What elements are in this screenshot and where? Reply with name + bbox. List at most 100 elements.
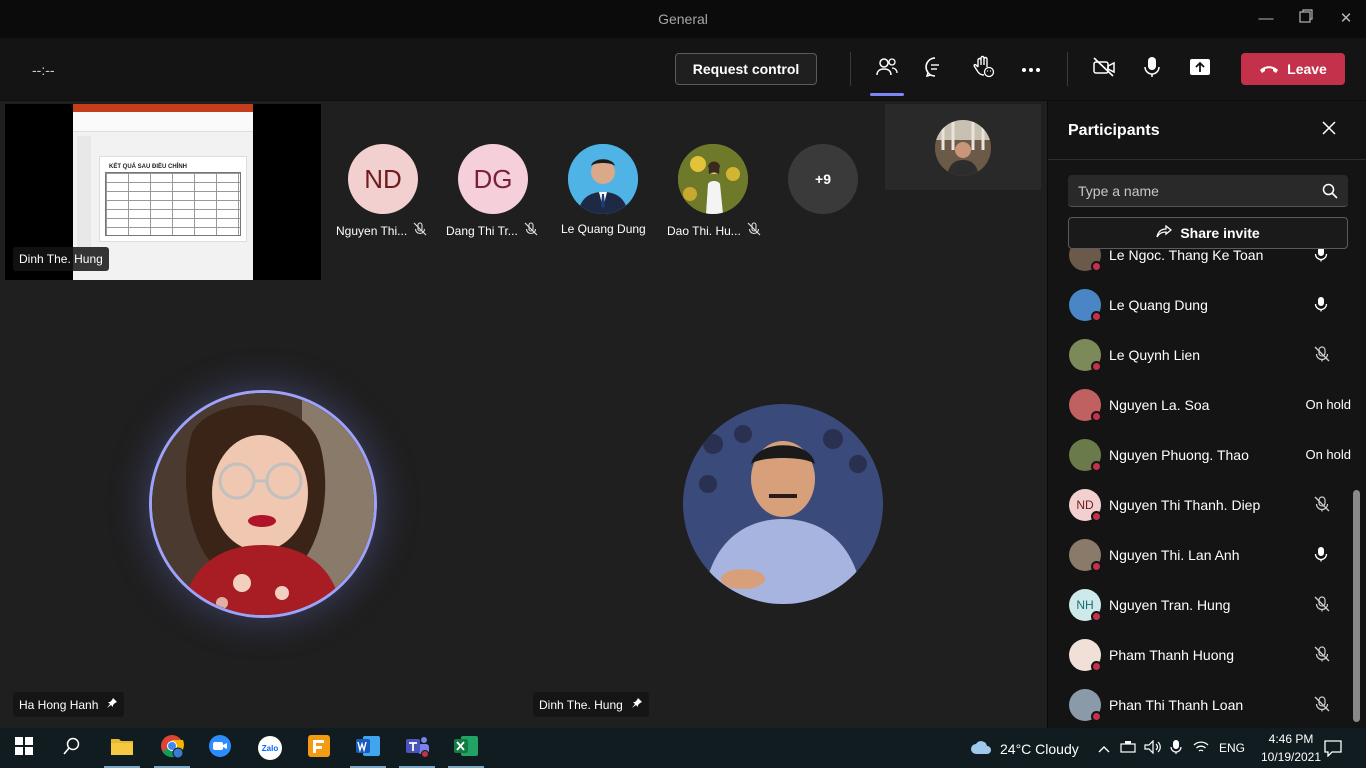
gallery-overflow-button[interactable]: +9 [788,144,858,214]
shared-screen-tile[interactable]: KẾT QUẢ SAU ĐIỀU CHỈNH Dinh The. Hung [5,104,321,280]
request-control-button[interactable]: Request control [675,53,817,85]
taskbar-teams[interactable] [399,734,435,768]
reactions-button[interactable] [968,54,998,84]
taskbar-zoom[interactable] [206,734,234,762]
participant-search-box[interactable] [1068,175,1348,207]
participant-list: Le Ngoc. Thang Ke Toan Le Quang Dung Le Qu… [1048,249,1353,728]
participant-status: On hold [1305,397,1351,412]
self-preview-tile[interactable] [885,104,1041,190]
gallery-name-dg: Dang Thi Tr... [446,222,538,239]
chrome-icon [160,734,184,763]
share-invite-button[interactable]: Share invite [1068,217,1348,249]
participant-name: Nguyen La. Soa [1109,397,1210,413]
chat-icon [924,56,946,83]
share-icon [1156,224,1173,242]
taskbar-file-explorer[interactable] [104,734,140,768]
taskbar-chrome[interactable] [154,734,190,768]
gallery-avatar-nd[interactable]: ND [348,144,418,214]
participant-row[interactable]: Nguyen Thi. Lan Anh [1048,530,1353,580]
share-tray-button[interactable] [1185,54,1215,84]
close-panel-button[interactable] [1322,121,1340,139]
participants-button[interactable] [870,54,904,96]
presence-badge [1091,711,1102,722]
leave-button[interactable]: Leave [1241,53,1345,85]
weather-text[interactable]: 24°C Cloudy [1000,741,1079,757]
taskbar-search-button[interactable] [58,734,86,762]
mic-icon [1144,56,1160,83]
gallery-avatar-dg[interactable]: DG [458,144,528,214]
window-title: General [658,11,708,27]
excel-icon [453,734,479,763]
more-actions-button[interactable] [1016,54,1046,84]
participant-row[interactable]: Pham Thanh Huong [1048,630,1353,680]
share-invite-label: Share invite [1180,225,1260,241]
participant-row[interactable]: Le Quynh Lien [1048,330,1353,380]
presence-badge [1091,511,1102,522]
meeting-timer: --:-- [32,62,55,78]
start-button[interactable] [10,734,38,762]
pin-icon [631,697,643,712]
participant-row[interactable]: ND Nguyen Thi Thanh. Diep [1048,480,1353,530]
panel-title: Participants [1068,122,1160,139]
mic-toggle-button[interactable] [1137,54,1167,84]
toolbar-divider [1067,52,1068,86]
mic-off-icon [747,222,761,239]
panel-divider [1048,159,1366,160]
participant-row[interactable]: Nguyen La. Soa On hold [1048,380,1353,430]
pinned-video-dinh-the-hung[interactable] [683,404,883,604]
network-tray-icon[interactable] [1120,740,1138,759]
more-icon [1021,60,1041,78]
foxit-pdf-icon [307,734,331,763]
self-avatar [935,120,991,176]
camera-toggle-button[interactable] [1089,54,1119,84]
gallery-avatar-dao-thi[interactable] [678,144,748,214]
participant-row[interactable]: Nguyen Phuong. Thao On hold [1048,430,1353,480]
language-indicator[interactable]: ENG [1219,741,1245,755]
clock-date[interactable]: 10/19/2021 [1252,750,1330,764]
chat-button[interactable] [920,54,950,84]
participant-name: Nguyen Tran. Hung [1109,597,1231,613]
taskbar-excel[interactable] [448,734,484,768]
slide-title: KẾT QUẢ SAU ĐIỀU CHỈNH [109,164,188,170]
weather-cloud-icon[interactable] [970,739,992,760]
close-window-button[interactable]: ✕ [1334,8,1358,30]
search-icon [63,737,81,760]
gallery-name-le-quang-dung: Le Quang Dung [561,222,646,236]
volume-icon[interactable] [1144,739,1162,759]
taskbar-zalo[interactable]: Zalo [256,734,284,762]
participant-row[interactable]: Le Ngoc. Thang Ke Toan [1048,249,1353,280]
taskbar-word[interactable] [350,734,386,768]
taskbar-foxit-pdf[interactable] [305,734,333,762]
participants-panel: Participants Share invite Le Ngoc. Thang… [1047,101,1366,728]
leave-phone-icon [1259,61,1279,77]
participant-name: Pham Thanh Huong [1109,647,1235,663]
participant-row[interactable]: Phan Thi Thanh Loan [1048,680,1353,728]
minimize-button[interactable]: — [1254,8,1278,30]
mic-icon [1314,546,1328,567]
pin-icon [106,697,118,712]
windows-start-icon [15,736,33,760]
gallery-name-nd: Nguyen Thi... [336,222,427,239]
chevron-up-icon[interactable] [1098,741,1110,759]
participant-row[interactable]: Le Quang Dung [1048,280,1353,330]
participant-list-scrollbar[interactable] [1353,490,1360,722]
participant-search-input[interactable] [1078,175,1308,207]
mic-off-icon [524,222,538,239]
restore-button[interactable] [1294,8,1318,30]
mic-off-icon [1314,346,1330,367]
participant-status: On hold [1305,447,1351,462]
participant-row[interactable]: NH Nguyen Tran. Hung [1048,580,1353,630]
participants-icon [875,56,899,83]
man-audience-photo [683,404,883,604]
slide-table [105,172,241,236]
pinned-name-tag-ha-hong-hanh: Ha Hong Hanh [13,692,125,717]
file-explorer-icon [110,736,134,761]
notifications-icon[interactable] [1324,739,1342,762]
pinned-video-ha-hong-hanh[interactable] [149,390,377,618]
gallery-name-dao-thi: Dao Thi. Hu... [667,222,761,239]
mic-tray-icon[interactable] [1170,739,1182,760]
presence-badge [1091,561,1102,572]
wifi-icon[interactable] [1193,740,1209,759]
gallery-avatar-le-quang-dung[interactable] [568,144,638,214]
clock-time[interactable]: 4:46 PM [1262,732,1320,746]
